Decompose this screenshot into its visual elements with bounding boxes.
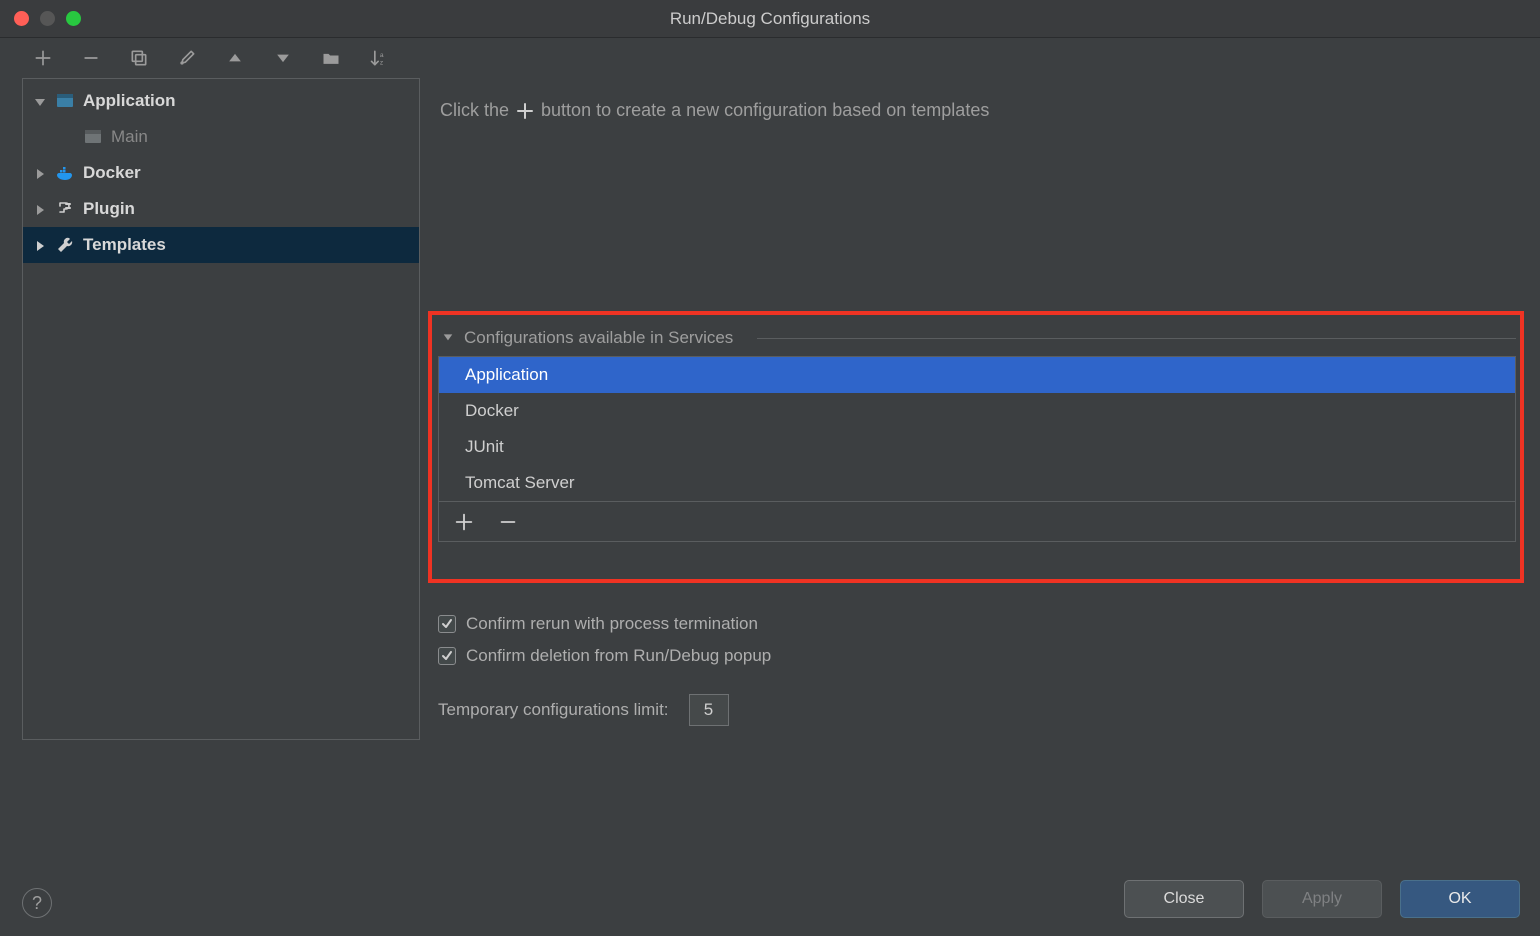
chevron-down-icon xyxy=(33,94,47,108)
plus-icon xyxy=(515,101,535,121)
checkbox-icon xyxy=(438,647,456,665)
apply-button[interactable]: Apply xyxy=(1262,880,1382,918)
remove-service-button[interactable] xyxy=(497,511,519,533)
services-list[interactable]: Application Docker JUnit Tomcat Server xyxy=(438,356,1516,542)
temp-limit-row: Temporary configurations limit: xyxy=(438,694,729,726)
folder-button[interactable] xyxy=(320,47,342,69)
sort-button[interactable]: az xyxy=(368,47,390,69)
list-item-tomcat[interactable]: Tomcat Server xyxy=(439,465,1515,501)
ok-button[interactable]: OK xyxy=(1400,880,1520,918)
svg-text:a: a xyxy=(380,52,384,59)
application-icon xyxy=(83,127,103,147)
tree-item-plugin[interactable]: Plugin xyxy=(23,191,419,227)
services-section-header[interactable]: Configurations available in Services xyxy=(438,324,1516,356)
window-zoom-icon[interactable] xyxy=(66,11,81,26)
wrench-icon xyxy=(55,235,75,255)
chevron-right-icon xyxy=(33,166,47,180)
checkbox-icon xyxy=(438,615,456,633)
dialog-buttons: Close Apply OK xyxy=(1124,880,1520,918)
tree-item-application[interactable]: Application xyxy=(23,83,419,119)
list-item-junit[interactable]: JUnit xyxy=(439,429,1515,465)
toolbar: az xyxy=(0,38,1540,78)
help-button[interactable]: ? xyxy=(22,888,52,918)
hint-suffix: button to create a new configuration bas… xyxy=(541,100,989,121)
tree-item-label: Application xyxy=(83,91,176,111)
tree-item-docker[interactable]: Docker xyxy=(23,155,419,191)
tree-item-label: Templates xyxy=(83,235,166,255)
confirm-rerun-checkbox[interactable]: Confirm rerun with process termination xyxy=(438,608,1516,640)
docker-icon xyxy=(55,163,75,183)
add-button[interactable] xyxy=(32,47,54,69)
list-item-docker[interactable]: Docker xyxy=(439,393,1515,429)
hint-prefix: Click the xyxy=(440,100,509,121)
hint-text: Click the button to create a new configu… xyxy=(440,98,1524,121)
tree-item-templates[interactable]: Templates xyxy=(23,227,419,263)
edit-defaults-button[interactable] xyxy=(176,47,198,69)
chevron-right-icon xyxy=(33,202,47,216)
configurations-tree[interactable]: Application Main Docker Plugin Templates xyxy=(22,78,420,740)
tree-item-label: Docker xyxy=(83,163,141,183)
chevron-down-icon xyxy=(442,328,454,348)
title-bar: Run/Debug Configurations xyxy=(0,0,1540,38)
list-item-application[interactable]: Application xyxy=(439,357,1515,393)
move-up-button[interactable] xyxy=(224,47,246,69)
services-section-title: Configurations available in Services xyxy=(464,328,733,348)
window-title: Run/Debug Configurations xyxy=(0,9,1540,29)
options-checkboxes: Confirm rerun with process termination C… xyxy=(438,608,1516,672)
tree-item-main[interactable]: Main xyxy=(23,119,419,155)
tree-item-label: Plugin xyxy=(83,199,135,219)
plugin-icon xyxy=(55,199,75,219)
close-button[interactable]: Close xyxy=(1124,880,1244,918)
window-close-icon[interactable] xyxy=(14,11,29,26)
divider xyxy=(757,338,1516,339)
services-list-toolbar xyxy=(439,501,1515,541)
services-section: Configurations available in Services App… xyxy=(438,324,1516,542)
checkbox-label: Confirm rerun with process termination xyxy=(466,614,758,634)
checkbox-label: Confirm deletion from Run/Debug popup xyxy=(466,646,771,666)
chevron-right-icon xyxy=(33,238,47,252)
move-down-button[interactable] xyxy=(272,47,294,69)
remove-button[interactable] xyxy=(80,47,102,69)
confirm-delete-checkbox[interactable]: Confirm deletion from Run/Debug popup xyxy=(438,640,1516,672)
temp-limit-input[interactable] xyxy=(689,694,729,726)
add-service-button[interactable] xyxy=(453,511,475,533)
list-item-label: Docker xyxy=(465,401,519,421)
window-minimize-icon xyxy=(40,11,55,26)
application-icon xyxy=(55,91,75,111)
svg-text:z: z xyxy=(380,60,383,67)
temp-limit-label: Temporary configurations limit: xyxy=(438,700,669,720)
list-item-label: Application xyxy=(465,365,548,385)
details-pane: Click the button to create a new configu… xyxy=(428,78,1540,850)
list-item-label: Tomcat Server xyxy=(465,473,575,493)
copy-button[interactable] xyxy=(128,47,150,69)
tree-item-label: Main xyxy=(111,127,148,147)
list-item-label: JUnit xyxy=(465,437,504,457)
